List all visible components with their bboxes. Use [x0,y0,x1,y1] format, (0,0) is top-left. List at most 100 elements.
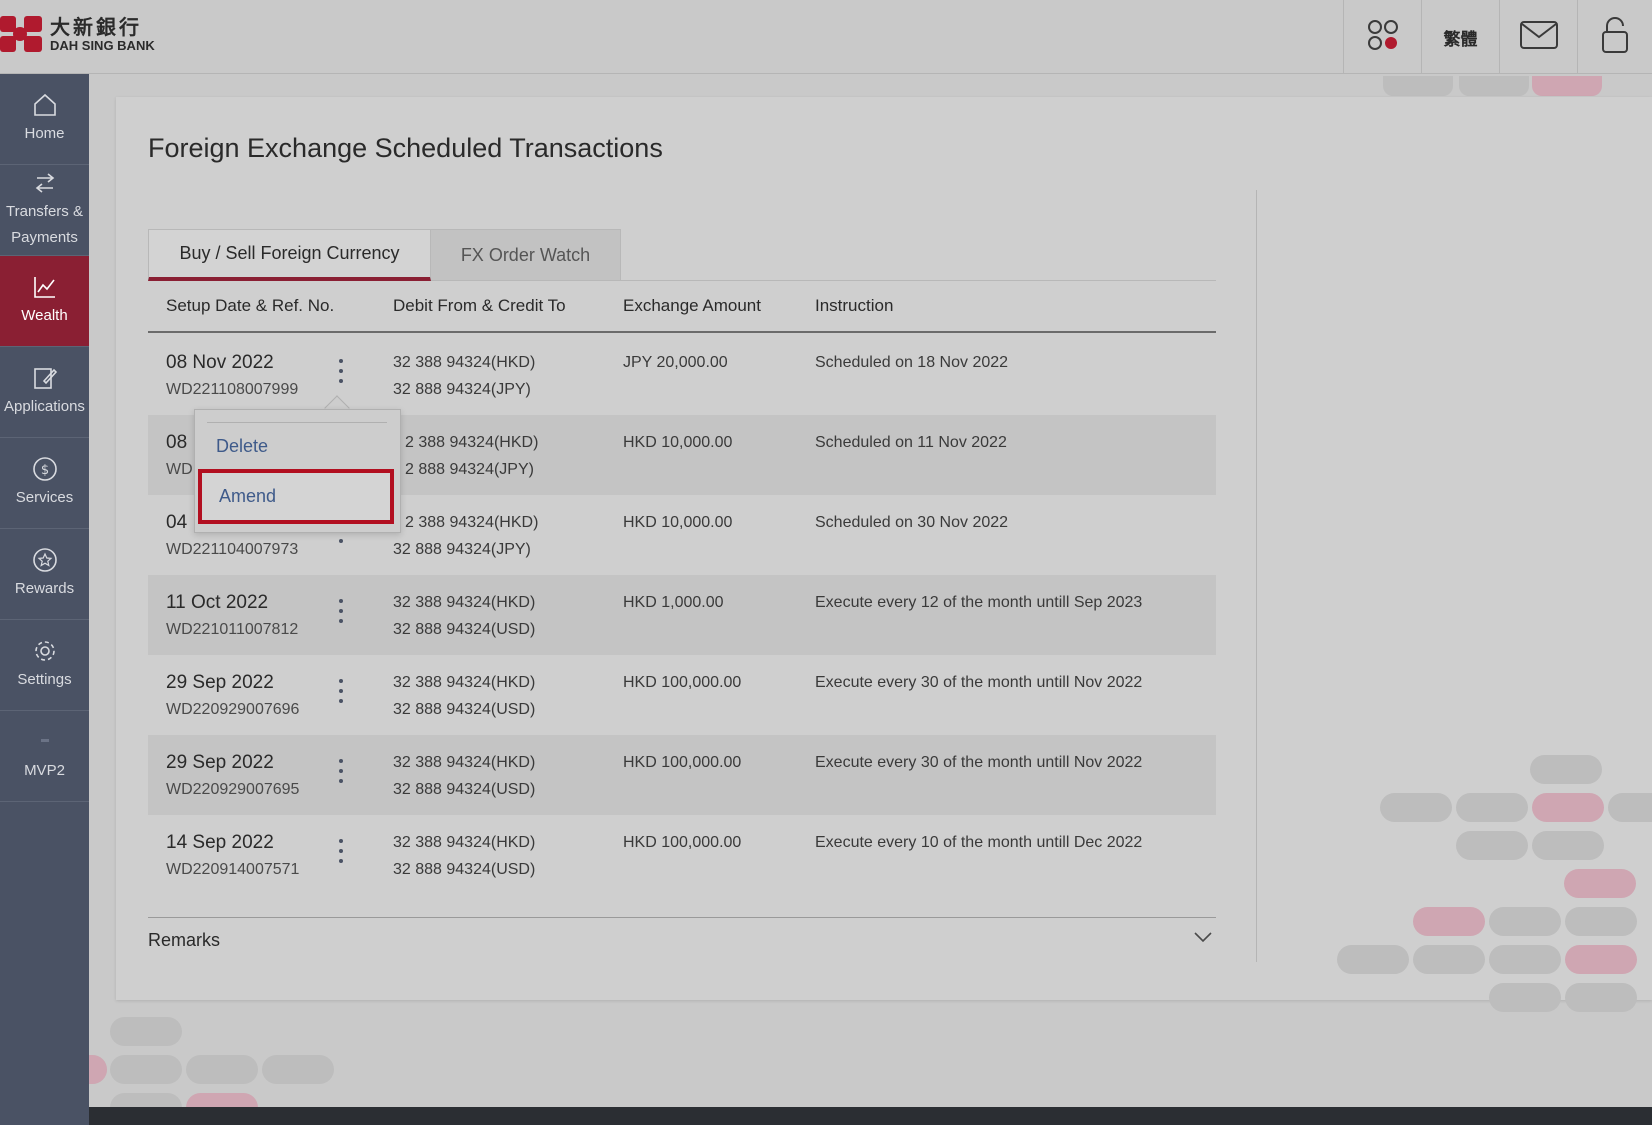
page-title: Foreign Exchange Scheduled Transactions [148,133,663,163]
decor-pill [262,1055,334,1084]
tab-fx-order-watch[interactable]: FX Order Watch [431,229,621,281]
inbox-button[interactable] [1499,0,1577,74]
more-options-icon[interactable] [334,759,348,787]
more-options-icon[interactable] [334,599,348,627]
decor-pill [1532,793,1604,822]
debit-account: 32 388 94324(HKD) [393,354,536,371]
placeholder-icon [31,728,59,756]
decor-pill [1608,793,1652,822]
sidebar-item-home[interactable]: Home [0,74,89,165]
debit-account: 32 388 94324(HKD) [393,834,536,851]
ref-no: WD220929007695 [166,781,300,798]
decor-pill [89,1055,107,1084]
debit-account: 32 388 94324(HKD) [393,594,536,611]
decor-pill [1456,831,1528,860]
remarks-accordion[interactable]: Remarks [148,917,1216,959]
decor-pill [1565,945,1637,974]
sidebar-item-label: Wealth [21,307,68,324]
sidebar-item-settings[interactable]: Settings [0,620,89,711]
sidebar-item-label: Settings [17,671,72,688]
exchange-amount: HKD 10,000.00 [623,434,733,451]
tab-buy-sell[interactable]: Buy / Sell Foreign Currency [148,229,431,281]
setup-date: 08 Nov 2022 [166,352,274,373]
instruction: Execute every 10 of the month untill Dec… [815,834,1143,851]
star-circle-icon [31,546,59,574]
exchange-amount: HKD 10,000.00 [623,514,733,531]
main-card: Foreign Exchange Scheduled Transactions … [116,97,1652,1000]
exchange-amount: HKD 1,000.00 [623,594,724,611]
instruction: Scheduled on 11 Nov 2022 [815,434,1007,451]
sidebar-item-label: Services [15,489,74,506]
top-header: 大新銀行 DAH SING BANK 繁體 [0,0,1652,74]
home-icon [31,91,59,119]
edit-form-icon [31,364,59,392]
mail-icon [1519,20,1558,54]
sidebar-item-applications[interactable]: Applications [0,347,89,438]
sidebar-item-label: Applications [4,398,85,415]
instruction: Execute every 12 of the month untill Sep… [815,594,1143,611]
logout-button[interactable] [1577,0,1652,74]
remarks-label: Remarks [148,930,221,950]
language-button[interactable]: 繁體 [1421,0,1499,74]
dollar-circle-icon: $ [31,455,59,483]
table-row: 11 Oct 2022 WD221011007812 32 388 94324(H… [148,575,1216,655]
sidebar-item-services[interactable]: $ Services [0,438,89,529]
lock-icon [1601,16,1629,59]
sidebar-item-label: MVP2 [24,762,65,779]
chevron-down-icon [1194,930,1212,948]
table-header: Setup Date & Ref. No. Debit From & Credi… [148,281,1216,333]
column-header: Setup Date & Ref. No. [166,296,335,315]
decor-pill [1532,76,1602,96]
row-actions-menu: Delete Amend [194,409,401,533]
ref-no: WD220929007696 [166,701,300,718]
credit-account: 32 888 94324(USD) [393,621,536,638]
bottom-bar [89,1107,1652,1125]
setup-date: 29 Sep 2022 [166,672,274,693]
sidebar-item-label: Rewards [14,580,75,597]
ref-no: WD [166,461,193,478]
menu-divider [207,422,387,423]
table-row: 29 Sep 2022 WD220929007696 32 388 94324(H… [148,655,1216,735]
amend-menu-item[interactable]: Amend [198,469,394,524]
decor-pill [1489,983,1561,1012]
credit-account: 32 888 94324(JPY) [393,381,531,398]
chart-line-icon [31,273,59,301]
decor-pill [1565,983,1637,1012]
delete-menu-item[interactable]: Delete [216,436,268,457]
exchange-amount: HKD 100,000.00 [623,674,742,691]
table-row: 08 Nov 2022 WD221108007999 32 388 94324(H… [148,335,1216,415]
decor-pill [1489,907,1561,936]
more-options-icon[interactable] [334,839,348,867]
sidebar-item-label: Home [24,125,65,142]
credit-account: 32 888 94324(JPY) [393,541,531,558]
decor-pill [1565,907,1637,936]
sidebar-item-transfers[interactable]: Transfers & Payments [0,165,89,256]
decor-pill [1564,869,1636,898]
exchange-amount: HKD 100,000.00 [623,754,742,771]
logo-mark-icon [0,14,44,56]
decor-pill [110,1017,182,1046]
decor-pill [1456,793,1528,822]
debit-account: 2 388 94324(HKD) [405,434,539,451]
debit-account: 32 388 94324(HKD) [393,674,536,691]
decor-pill [1532,831,1604,860]
column-header: Exchange Amount [623,296,761,315]
decor-pill [110,1055,182,1084]
bank-name-cn: 大新銀行 [50,16,142,39]
table-row: 14 Sep 2022 WD220914007571 32 388 94324(H… [148,815,1216,895]
sidebar-item-wealth[interactable]: Wealth [0,256,89,347]
transfer-icon [31,169,59,197]
bank-logo[interactable]: 大新銀行 DAH SING BANK [0,14,155,56]
sidebar-item-rewards[interactable]: Rewards [0,529,89,620]
svg-text:$: $ [40,463,48,478]
gear-icon [31,637,59,665]
sidebar-item-label: Transfers & [6,203,83,220]
apps-button[interactable] [1343,0,1421,74]
language-label: 繁體 [1443,29,1478,49]
more-options-icon[interactable] [334,679,348,707]
sidebar-item-mvp2[interactable]: MVP2 [0,711,89,802]
decor-pill [1413,945,1485,974]
setup-date: 08 [166,432,188,453]
exchange-amount: HKD 100,000.00 [623,834,742,851]
more-options-icon[interactable] [334,359,348,387]
